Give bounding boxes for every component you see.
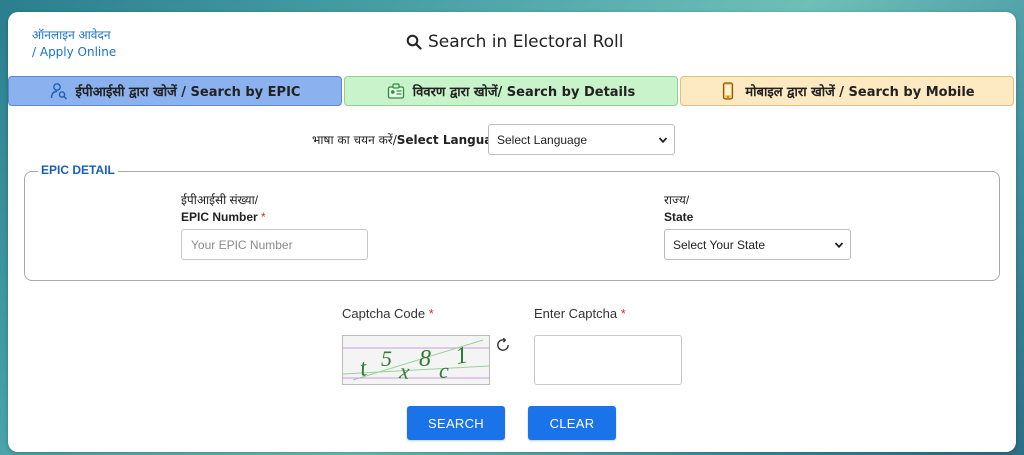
captcha-code-label-text: Captcha Code [342, 306, 426, 321]
search-card: ऑनलाइन आवेदन / Apply Online Search in El… [8, 12, 1016, 452]
page-title-text: Search in Electoral Roll [428, 32, 624, 52]
epic-detail-section [24, 171, 1000, 281]
mobile-icon [723, 82, 734, 100]
search-icon [406, 34, 422, 50]
epic-number-label: ईपीआईसी संख्या/ EPIC Number * [181, 192, 266, 226]
state-select[interactable]: Select Your State [664, 229, 851, 260]
captcha-input[interactable] [534, 335, 682, 385]
state-label: राज्य/ State [664, 192, 693, 226]
captcha-code-label: Captcha Code * [342, 306, 434, 321]
search-tabs: ईपीआईसी द्वारा खोजें / Search by EPIC वि… [8, 76, 1016, 106]
svg-text:5: 5 [381, 346, 392, 371]
state-select-value: Select Your State [673, 237, 766, 252]
required-mark: * [620, 306, 626, 321]
user-search-icon [50, 83, 67, 100]
tab-epic-label: ईपीआईसी द्वारा खोजें / Search by EPIC [75, 85, 301, 100]
search-button[interactable]: SEARCH [407, 406, 505, 440]
page-title: Search in Electoral Roll [406, 32, 623, 52]
epic-number-input[interactable]: Your EPIC Number [181, 229, 368, 260]
epic-number-placeholder: Your EPIC Number [191, 237, 293, 252]
apply-online-english[interactable]: / Apply Online [32, 44, 116, 61]
state-label-hindi: राज्य/ [664, 193, 690, 207]
tab-details-label: विवरण द्वारा खोजें/ Search by Details [412, 85, 636, 100]
chevron-down-icon [834, 241, 844, 248]
state-label-english: State [664, 210, 694, 224]
svg-text:c: c [439, 358, 449, 383]
apply-online-hindi[interactable]: ऑनलाइन आवेदन [32, 27, 116, 44]
language-label-hindi: भाषा का चयन करें/ [312, 133, 397, 147]
language-select[interactable]: Select Language [488, 124, 675, 155]
chevron-down-icon [658, 136, 668, 143]
tab-search-by-mobile[interactable]: मोबाइल द्वारा खोजें / Search by Mobile [680, 76, 1014, 106]
enter-captcha-label: Enter Captcha * [534, 306, 626, 321]
epic-detail-legend: EPIC DETAIL [38, 163, 118, 177]
apply-online-link[interactable]: ऑनलाइन आवेदन / Apply Online [32, 27, 116, 61]
enter-captcha-label-text: Enter Captcha [534, 306, 618, 321]
svg-text:x: x [397, 358, 411, 384]
required-mark: * [428, 306, 434, 321]
tab-search-by-epic[interactable]: ईपीआईसी द्वारा खोजें / Search by EPIC [8, 76, 342, 106]
epic-number-label-english: EPIC Number [181, 210, 258, 224]
epic-number-label-hindi: ईपीआईसी संख्या/ [181, 193, 259, 207]
language-select-value: Select Language [497, 132, 588, 147]
tab-mobile-label: मोबाइल द्वारा खोजें / Search by Mobile [745, 85, 975, 100]
required-mark: * [261, 210, 266, 224]
id-card-icon [387, 83, 404, 99]
captcha-image: t 5 x 8 c 1 [342, 335, 490, 385]
refresh-captcha-icon[interactable] [495, 337, 511, 353]
language-label: भाषा का चयन करें/Select Language [312, 131, 509, 148]
svg-text:8: 8 [419, 346, 431, 372]
captcha-graphic: t 5 x 8 c 1 [342, 339, 490, 384]
tab-search-by-details[interactable]: विवरण द्वारा खोजें/ Search by Details [344, 76, 678, 106]
clear-button[interactable]: CLEAR [528, 406, 616, 440]
svg-text:1: 1 [454, 342, 470, 370]
